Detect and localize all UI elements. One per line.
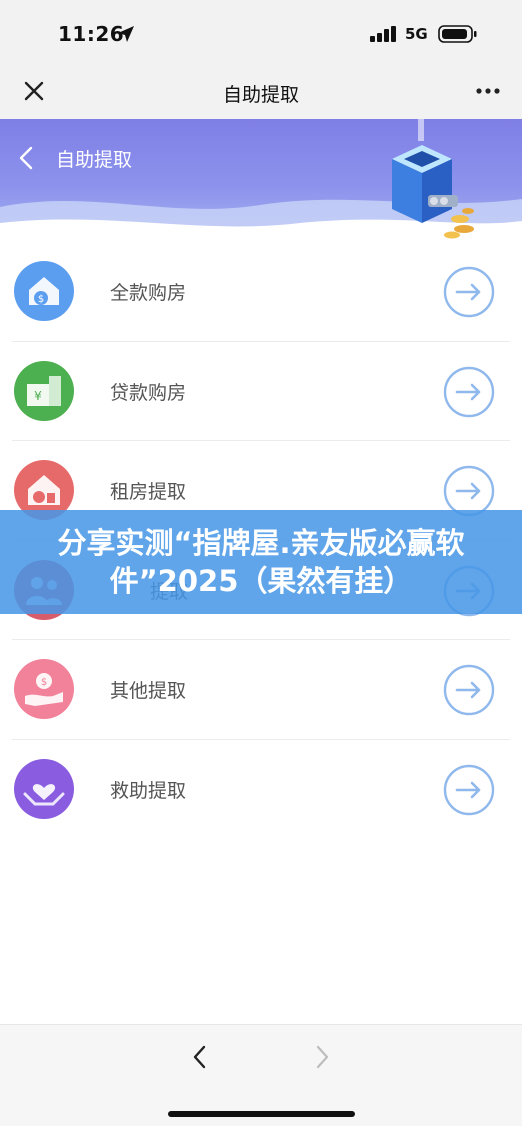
list-item[interactable]: ¥ 贷款购房 — [0, 342, 522, 441]
location-arrow-icon — [118, 26, 134, 42]
back-chevron-icon[interactable] — [16, 145, 38, 171]
arrow-circle-right-icon[interactable] — [443, 764, 495, 816]
arrow-circle-right-icon[interactable] — [443, 366, 495, 418]
building-yen-icon: ¥ — [14, 360, 74, 421]
hands-heart-icon — [14, 758, 74, 819]
cube-machine-illustration — [392, 119, 474, 239]
arrow-circle-right-icon[interactable] — [443, 266, 495, 318]
menu-item-label: 救助提取 — [110, 779, 187, 802]
signal-bars-icon — [370, 26, 396, 42]
menu-item-label: 租房提取 — [110, 481, 187, 503]
status-bar: 11:26 5G — [0, 0, 522, 64]
list-item[interactable]: $ 全款购房 — [0, 242, 522, 342]
bottom-nav-bar — [0, 1024, 522, 1126]
hand-coin-icon: $ — [14, 659, 74, 719]
page-title: 自助提取 — [222, 84, 299, 106]
menu-item-label: 贷款购房 — [110, 381, 187, 404]
svg-text:$: $ — [38, 294, 44, 305]
banner-title: 自助提取 — [56, 149, 133, 171]
more-dots-icon[interactable] — [472, 77, 504, 105]
network-type: 5G — [405, 25, 428, 43]
arrow-circle-right-icon[interactable] — [443, 664, 495, 716]
banner: 自助提取 — [0, 119, 522, 245]
status-time: 11:26 — [58, 22, 125, 46]
home-indicator[interactable] — [168, 1111, 355, 1117]
list-item[interactable]: 救助提取 — [0, 740, 522, 840]
battery-icon — [438, 25, 477, 43]
promo-overlay-banner: 分享实测“指牌屋.亲友版必赢软件”2025（果然有挂） — [0, 510, 522, 614]
menu-item-label: 全款购房 — [110, 282, 187, 304]
svg-text:$: $ — [41, 677, 47, 688]
list-item[interactable]: $ 其他提取 — [0, 640, 522, 740]
svg-text:¥: ¥ — [34, 389, 42, 403]
menu-item-label: 其他提取 — [110, 680, 187, 702]
promo-text: 分享实测“指牌屋.亲友版必赢软件”2025（果然有挂） — [57, 526, 465, 598]
back-chevron-icon[interactable] — [188, 1043, 212, 1071]
top-nav-bar: 自助提取 — [0, 64, 522, 119]
forward-chevron-icon[interactable] — [310, 1043, 334, 1071]
house-money-icon: $ — [14, 261, 74, 321]
